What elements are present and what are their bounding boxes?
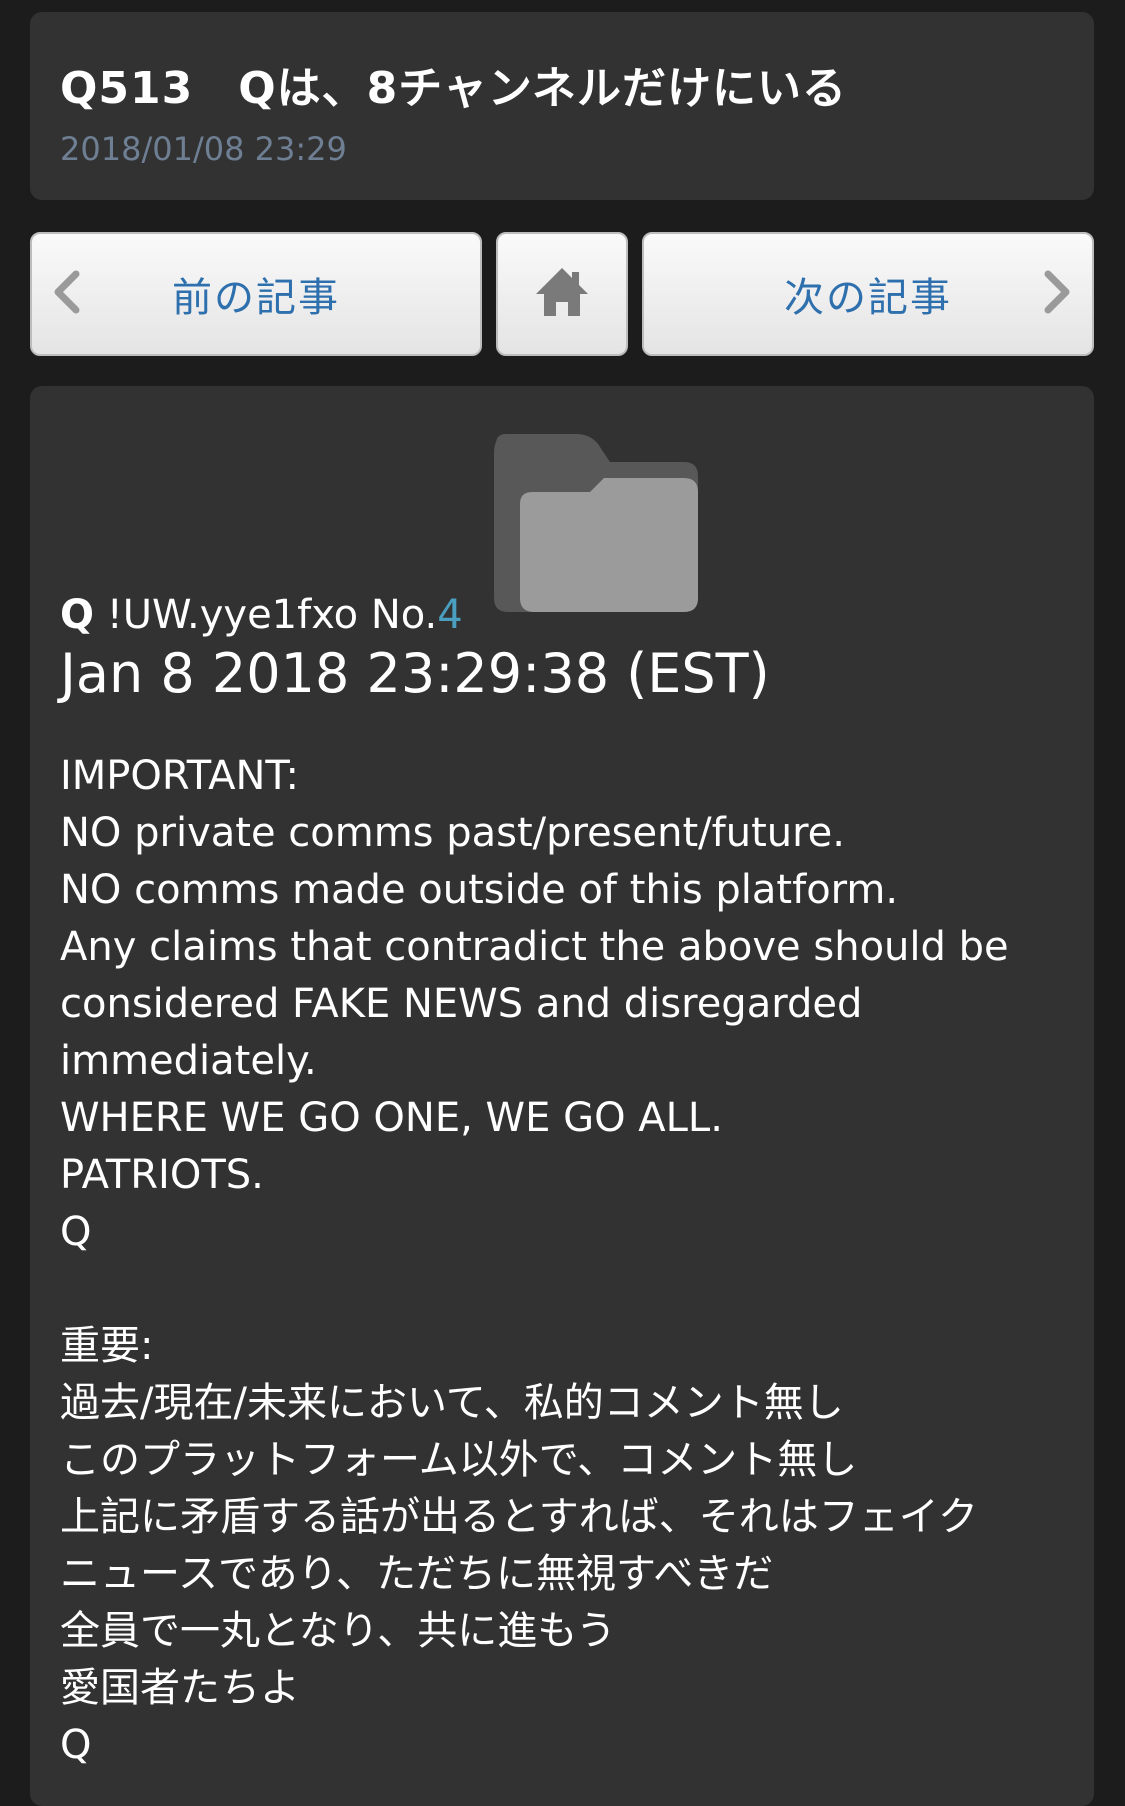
body-line: considered FAKE NEWS and disregarded: [60, 981, 863, 1027]
post-number-link[interactable]: 4: [437, 592, 462, 638]
post-date: 2018/01/08 23:29: [60, 130, 347, 168]
body-line: 全員で一丸となり、共に進もう: [60, 1608, 616, 1654]
body-line: Q: [60, 1209, 92, 1255]
body-line: このプラットフォーム以外で、コメント無し: [60, 1437, 858, 1483]
body-line: NO comms made outside of this platform.: [60, 867, 899, 913]
body-line: 重要:: [60, 1323, 154, 1369]
body-line: Any claims that contradict the above sho…: [60, 924, 1009, 970]
prev-article-button[interactable]: 前の記事: [30, 232, 482, 356]
home-icon: [534, 264, 590, 324]
post-body: IMPORTANT: NO private comms past/present…: [60, 748, 1070, 1774]
body-line: PATRIOTS.: [60, 1152, 264, 1198]
post-header: Q513 Qは、8チャンネルだけにいる 2018/01/08 23:29: [30, 12, 1094, 200]
post-content: Q !UW.yye1fxo No.4 Jan 8 2018 23:29:38 (…: [30, 386, 1094, 1806]
prev-article-label: 前の記事: [172, 275, 340, 321]
post-author-line: Q !UW.yye1fxo No.4: [60, 592, 463, 638]
author-tripcode: !UW.yye1fxo: [106, 592, 359, 638]
body-line: WHERE WE GO ONE, WE GO ALL.: [60, 1095, 723, 1141]
post-number-prefix: No.: [370, 592, 438, 638]
body-line: 愛国者たちよ: [60, 1665, 300, 1711]
body-line: ニュースであり、ただちに無視すべきだ: [60, 1551, 774, 1597]
chevron-right-icon: [1042, 270, 1072, 318]
body-line: Q: [60, 1722, 92, 1768]
page-title: Q513 Qは、8チャンネルだけにいる: [60, 63, 847, 114]
folder-icon[interactable]: [494, 434, 700, 620]
body-line: [60, 1261, 1070, 1318]
post-datetime: Jan 8 2018 23:29:38 (EST): [60, 642, 770, 705]
body-line: NO private comms past/present/future.: [60, 810, 845, 856]
body-line: immediately.: [60, 1038, 317, 1084]
next-article-button[interactable]: 次の記事: [642, 232, 1094, 356]
chevron-left-icon: [52, 270, 82, 318]
body-line: 上記に矛盾する話が出るとすれば、それはフェイク: [60, 1494, 978, 1540]
author-name: Q: [60, 592, 95, 638]
next-article-label: 次の記事: [784, 275, 952, 321]
body-line: IMPORTANT:: [60, 753, 299, 799]
body-line: 過去/現在/未来において、私的コメント無し: [60, 1380, 844, 1426]
home-button[interactable]: [496, 232, 628, 356]
